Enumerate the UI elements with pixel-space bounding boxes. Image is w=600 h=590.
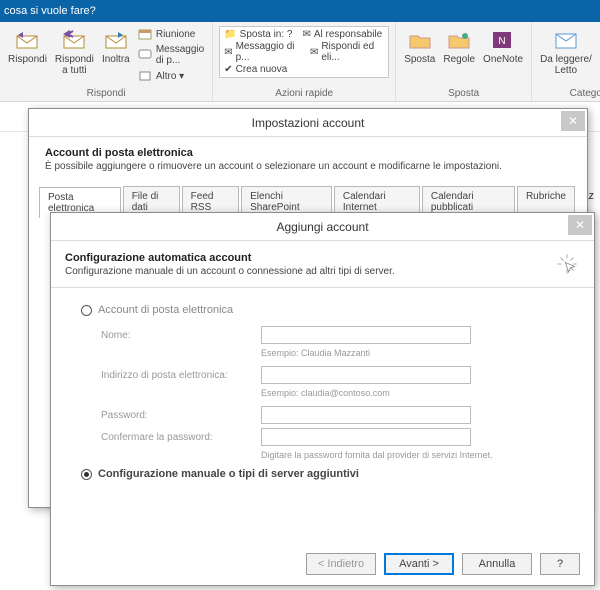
forward-icon xyxy=(102,28,130,52)
reply-delete-icon: ✉ xyxy=(310,47,318,58)
onenote-icon: N xyxy=(489,28,517,52)
dialog-subheading: È possibile aggiungere o rimuovere un ac… xyxy=(45,161,571,172)
ribbon-group-categorie: Da leggere/ Letto Completa Categorie xyxy=(532,22,600,101)
rules-button[interactable]: Regole xyxy=(441,26,477,67)
radio-manual-setup[interactable]: Configurazione manuale o tipi di server … xyxy=(81,468,564,480)
reply-all-icon xyxy=(60,28,88,52)
tell-me-bar[interactable]: cosa si vuole fare? xyxy=(0,0,600,22)
dialog-header: Account di posta elettronica È possibile… xyxy=(29,137,587,180)
svg-text:N: N xyxy=(498,36,505,47)
confirm-password-input[interactable] xyxy=(261,428,471,446)
onenote-button[interactable]: N OneNote xyxy=(481,26,525,67)
ribbon-group-azioni: 📁Sposta in: ? ✉Al responsabile ✉Messaggi… xyxy=(213,22,396,101)
dialog-title: Aggiungi account xyxy=(276,220,368,234)
label-name: Nome: xyxy=(101,330,261,341)
cancel-button[interactable]: Annulla xyxy=(462,553,532,575)
ribbon: Rispondi Rispondi a tutti Inoltra Riunio… xyxy=(0,22,600,102)
reply-all-button[interactable]: Rispondi a tutti xyxy=(53,26,96,78)
forward-button[interactable]: Inoltra xyxy=(100,26,132,67)
dialog-title-bar: Impostazioni account ✕ xyxy=(29,109,587,137)
label-confirm-password: Confermare la password: xyxy=(101,432,261,443)
reply-icon xyxy=(13,28,41,52)
forward-label: Inoltra xyxy=(102,54,130,65)
reply-button[interactable]: Rispondi xyxy=(6,26,49,67)
add-account-dialog: Aggiungi account ✕ Configurazione automa… xyxy=(50,212,595,586)
group-label-azioni: Azioni rapide xyxy=(219,86,389,99)
group-label-rispondi: Rispondi xyxy=(6,86,206,99)
next-button[interactable]: Avanti > xyxy=(384,553,454,575)
radio-icon xyxy=(81,305,92,316)
folder-move-icon: 📁 xyxy=(224,29,236,40)
close-icon: ✕ xyxy=(568,114,578,128)
back-button[interactable]: < Indietro xyxy=(306,553,376,575)
cursor-click-icon xyxy=(554,251,580,277)
close-button[interactable]: ✕ xyxy=(568,215,592,235)
radio-icon xyxy=(81,469,92,480)
help-button[interactable]: ? xyxy=(540,553,580,575)
wizard-subheading: Configurazione manuale di un account o c… xyxy=(65,266,395,277)
wizard-body: Account di posta elettronica Nome: Esemp… xyxy=(51,288,594,506)
im-icon xyxy=(138,48,152,62)
to-manager-icon: ✉ xyxy=(302,29,310,40)
reply-label: Rispondi xyxy=(8,54,47,65)
password-input[interactable] xyxy=(261,406,471,424)
ribbon-group-rispondi: Rispondi Rispondi a tutti Inoltra Riunio… xyxy=(0,22,213,101)
wizard-heading: Configurazione automatica account xyxy=(65,252,251,264)
move-icon xyxy=(406,28,434,52)
hint-name: Esempio: Claudia Mazzanti xyxy=(261,348,564,358)
close-icon: ✕ xyxy=(575,218,585,232)
envelope-icon xyxy=(552,28,580,52)
more-icon xyxy=(138,69,152,83)
im-button[interactable]: Messaggio di p... xyxy=(136,43,206,67)
more-button[interactable]: Altro ▾ xyxy=(136,68,206,84)
quick-steps-gallery[interactable]: 📁Sposta in: ? ✉Al responsabile ✉Messaggi… xyxy=(219,26,389,78)
hint-password: Digitare la password fornita dal provide… xyxy=(261,450,564,460)
wizard-footer: < Indietro Avanti > Annulla ? xyxy=(306,553,580,575)
close-button[interactable]: ✕ xyxy=(561,111,585,131)
wizard-header: Configurazione automatica account Config… xyxy=(51,241,594,288)
group-label-sposta: Sposta xyxy=(402,86,525,99)
dialog-title-bar: Aggiungi account ✕ xyxy=(51,213,594,241)
label-password: Password: xyxy=(101,410,261,421)
rules-icon xyxy=(445,28,473,52)
meeting-icon xyxy=(138,27,152,41)
name-input[interactable] xyxy=(261,326,471,344)
move-button[interactable]: Sposta xyxy=(402,26,437,67)
hint-email: Esempio: claudia@contoso.com xyxy=(261,388,564,398)
radio-email-account[interactable]: Account di posta elettronica xyxy=(81,304,564,316)
email-input[interactable] xyxy=(261,366,471,384)
mail-icon: ✉ xyxy=(224,47,232,58)
group-label-categorie: Categorie xyxy=(538,86,600,99)
dialog-heading: Account di posta elettronica xyxy=(45,147,193,159)
read-unread-button[interactable]: Da leggere/ Letto xyxy=(538,26,594,78)
create-new-icon: ✔ xyxy=(224,64,232,75)
meeting-button[interactable]: Riunione xyxy=(136,26,206,42)
label-email: Indirizzo di posta elettronica: xyxy=(101,370,261,381)
reply-all-label: Rispondi a tutti xyxy=(55,54,94,76)
dialog-title: Impostazioni account xyxy=(252,116,365,130)
ribbon-group-sposta: Sposta Regole N OneNote Sposta xyxy=(396,22,532,101)
